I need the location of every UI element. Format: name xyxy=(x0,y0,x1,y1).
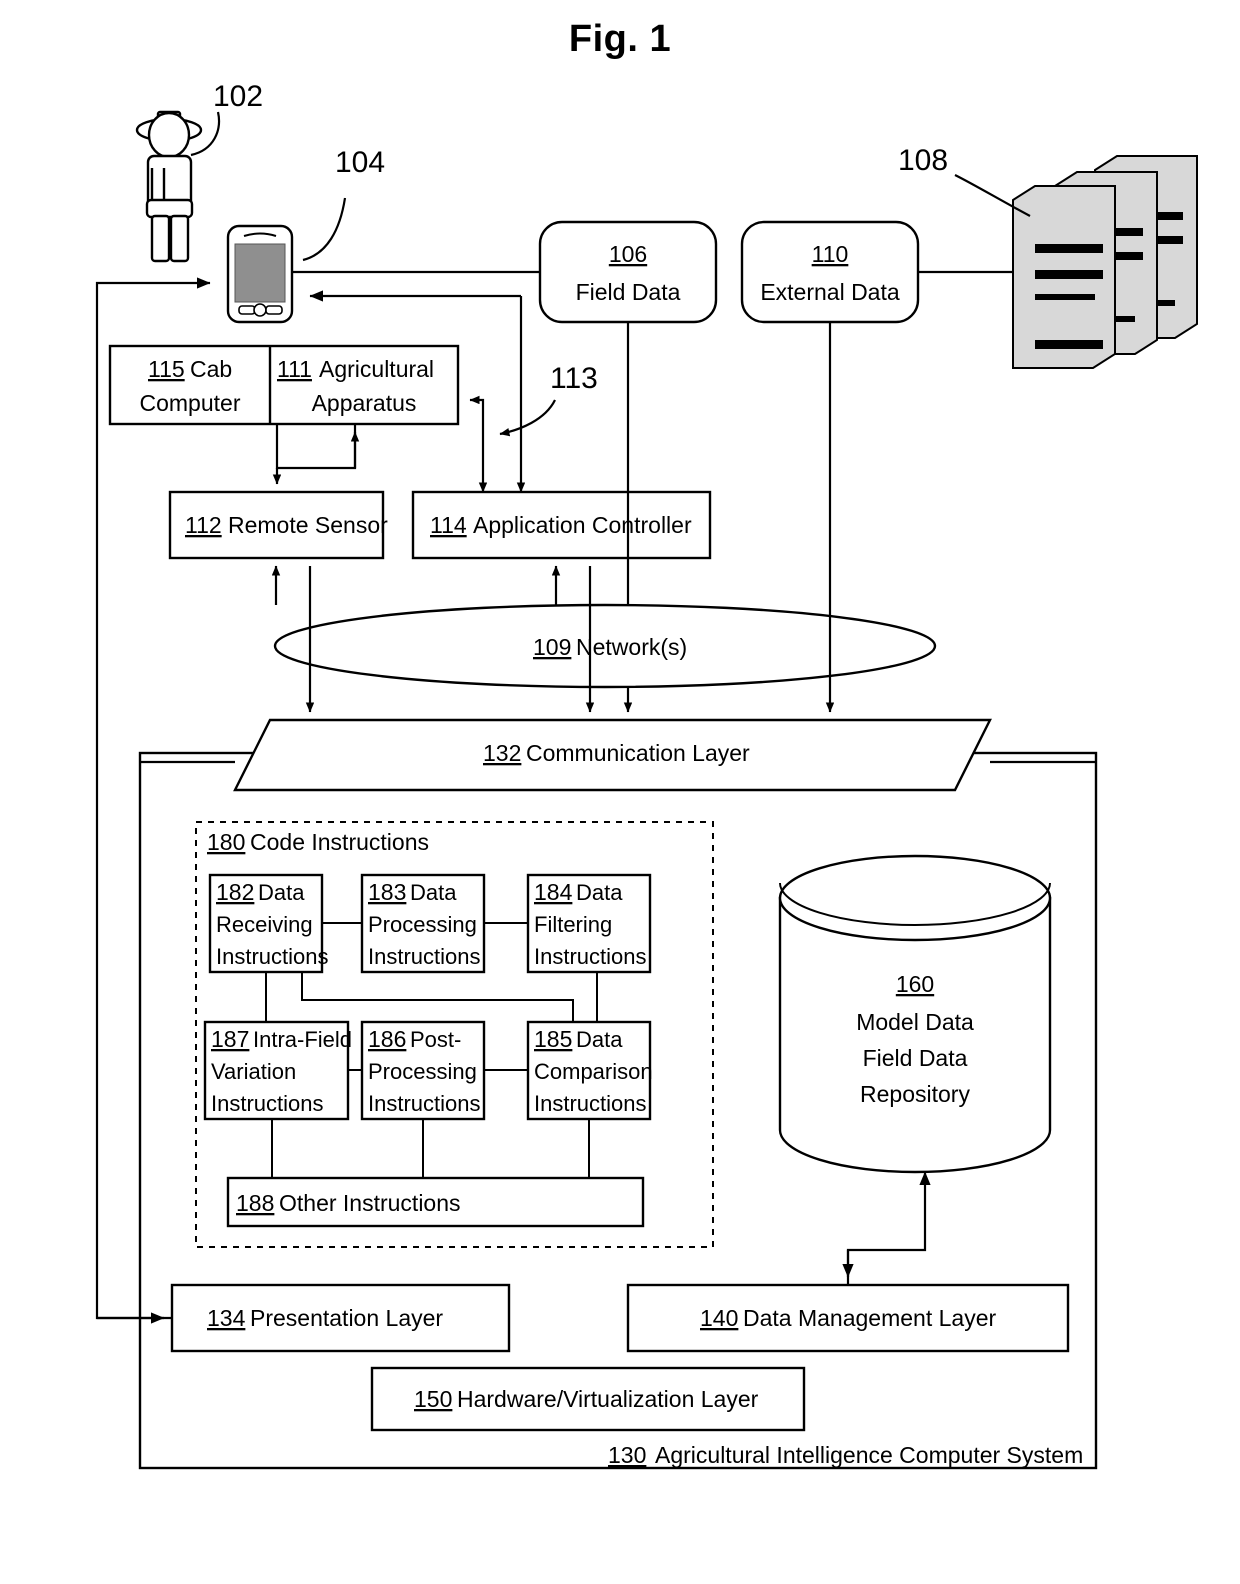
lead-line-113 xyxy=(499,399,556,437)
node-repository-line1: Model Data xyxy=(856,1009,974,1035)
instruction-block-187-line1: Intra-Field xyxy=(253,1027,352,1052)
connector-182-185 xyxy=(301,972,574,1022)
node-remote-sensor-label: Remote Sensor xyxy=(228,512,388,538)
node-agricultural-apparatus-label2: Apparatus xyxy=(312,390,417,416)
instruction-block-183-ref: 183 xyxy=(368,879,406,905)
node-field-data-ref: 106 xyxy=(609,241,647,267)
node-field-data xyxy=(538,220,718,324)
node-external-data-ref: 110 xyxy=(812,241,849,267)
instruction-block-185-line1: Data xyxy=(576,1027,623,1052)
diagram-canvas: 102 104 106 Field Data 110 External Data xyxy=(95,80,1198,1470)
mobile-phone-icon xyxy=(226,224,294,324)
instruction-block-184-line2: Filtering xyxy=(534,912,612,937)
node-application-controller-label: Application Controller xyxy=(473,512,692,538)
lead-label-108: 108 xyxy=(898,144,948,177)
farmer-person-icon xyxy=(135,110,203,263)
node-hardware-layer-label: Hardware/Virtualization Layer xyxy=(457,1386,759,1412)
node-agricultural-apparatus-ref: 111 xyxy=(277,356,312,382)
instruction-block-188-line1: Other Instructions xyxy=(279,1190,461,1216)
node-remote-sensor-ref: 112 xyxy=(185,512,222,538)
node-communication-layer-label: Communication Layer xyxy=(526,740,750,766)
lead-label-113: 113 xyxy=(550,362,598,395)
node-agricultural-apparatus-label: Agricultural xyxy=(319,356,434,382)
node-data-management-layer-label: Data Management Layer xyxy=(743,1305,996,1331)
instruction-block-187-line2: Variation xyxy=(211,1059,296,1084)
node-network-ref: 109 xyxy=(533,634,571,660)
node-network-label: Network(s) xyxy=(576,634,687,660)
node-cab-computer-label: Cab xyxy=(190,356,232,382)
instruction-block-185-line2: Comparison xyxy=(534,1059,653,1084)
instruction-block-184-line3: Instructions xyxy=(534,944,647,969)
node-cab-computer-label2: Computer xyxy=(140,390,241,416)
instruction-block-187-ref: 187 xyxy=(211,1026,249,1052)
instruction-block-184-ref: 184 xyxy=(534,879,573,905)
node-repository-line2: Field Data xyxy=(863,1045,968,1071)
lead-label-102: 102 xyxy=(213,80,263,113)
instruction-block-186-line3: Instructions xyxy=(368,1091,481,1116)
server-rack-icon xyxy=(1012,155,1198,369)
instruction-block-187-line3: Instructions xyxy=(211,1091,324,1116)
instruction-block-182-ref: 182 xyxy=(216,879,254,905)
node-field-data-label: Field Data xyxy=(576,279,681,305)
link-apparatus-sensor-bus xyxy=(275,424,357,470)
node-cab-computer-ref: 115 xyxy=(148,356,185,382)
node-communication-layer-ref: 132 xyxy=(483,740,521,766)
node-data-management-layer-ref: 140 xyxy=(700,1305,738,1331)
instruction-block-183-line2: Processing xyxy=(368,912,477,937)
instruction-block-186-line2: Processing xyxy=(368,1059,477,1084)
instruction-block-182-line1: Data xyxy=(258,880,305,905)
instruction-block-182-line3: Instructions xyxy=(216,944,329,969)
node-presentation-layer-ref: 134 xyxy=(207,1305,246,1331)
node-presentation-layer-label: Presentation Layer xyxy=(250,1305,443,1331)
lead-label-104: 104 xyxy=(335,146,385,179)
node-repository-ref: 160 xyxy=(896,971,934,997)
arrow-113-to-agricultural-apparatus xyxy=(469,395,485,434)
node-system-label: Agricultural Intelligence Computer Syste… xyxy=(655,1442,1083,1468)
patent-figure: Fig. 1 102 104 106 Field Data 110 Extern… xyxy=(0,0,1240,1584)
node-external-data xyxy=(740,220,920,324)
instruction-block-183-line1: Data xyxy=(410,880,457,905)
instruction-block-185-ref: 185 xyxy=(534,1026,572,1052)
instruction-block-188-ref: 188 xyxy=(236,1190,274,1216)
instruction-block-183-line3: Instructions xyxy=(368,944,481,969)
node-hardware-layer-ref: 150 xyxy=(414,1386,452,1412)
instruction-block-185-line3: Instructions xyxy=(534,1091,647,1116)
node-code-instructions-label: Code Instructions xyxy=(250,829,429,855)
instruction-block-182-line2: Receiving xyxy=(216,912,313,937)
arrow-presentation-layer-to-device xyxy=(95,277,211,1320)
node-application-controller-ref: 114 xyxy=(430,512,467,538)
node-system-ref: 130 xyxy=(608,1442,646,1468)
instruction-block-186-line1: Post- xyxy=(410,1027,461,1052)
arrow-data-management-to-repository xyxy=(846,1171,931,1285)
node-repository-line3: Repository xyxy=(860,1081,970,1107)
instruction-block-184-line1: Data xyxy=(576,880,623,905)
node-code-instructions-ref: 180 xyxy=(207,829,245,855)
instruction-block-186-ref: 186 xyxy=(368,1026,406,1052)
node-external-data-label: External Data xyxy=(760,279,900,305)
lead-line-104 xyxy=(302,197,347,262)
